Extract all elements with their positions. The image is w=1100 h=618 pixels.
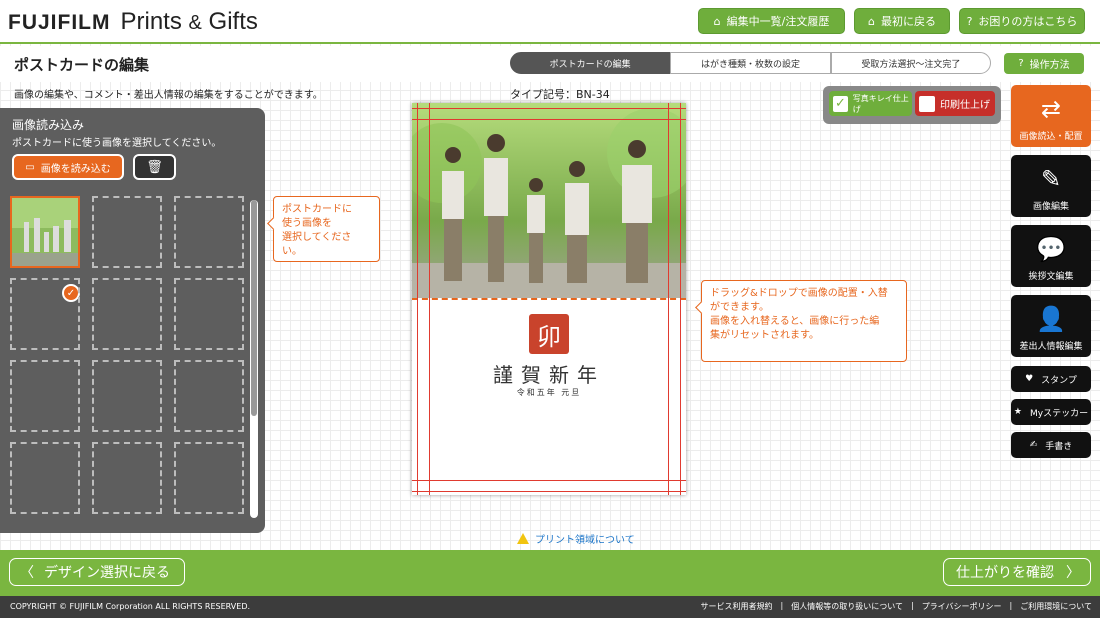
chevron-right-icon: 〉 <box>1066 565 1080 581</box>
print-guide-top <box>412 108 686 109</box>
pen-icon: ✍ <box>1029 440 1038 450</box>
tool-image-load[interactable]: ⇄ 画像読込・配置 <box>1011 85 1091 147</box>
family-photo-thumb <box>12 198 78 266</box>
checkbox-empty-icon <box>919 95 935 112</box>
gifts-name: Gifts <box>208 8 258 35</box>
tool-handwriting[interactable]: ✍ 手書き <box>1011 432 1091 458</box>
header: FUJIFILM Prints & Gifts ⌂ 編集中一覧/注文履歴 ⌂ 最初に戻… <box>0 0 1100 44</box>
print-guide-left <box>417 103 418 495</box>
confirm-finish-button[interactable]: 仕上がりを確認〉 <box>943 558 1091 586</box>
print-guide-right <box>680 103 681 495</box>
print-guide-bottom <box>412 491 686 492</box>
print-finish-button[interactable]: 印刷仕上げ <box>915 91 995 116</box>
step-3: 受取方法選択〜注文完了 <box>830 52 991 74</box>
home-icon: ⌂ <box>713 14 721 28</box>
photo-finish-button[interactable]: ✓ 写真キレイ仕上げ <box>829 91 912 116</box>
howto-button[interactable]: ? 操作方法 <box>1004 53 1084 74</box>
thumbnail-empty[interactable] <box>10 278 80 350</box>
sticker-icon: ★ <box>1013 407 1022 417</box>
photo-area[interactable] <box>412 103 686 300</box>
thumbnail-grid: ✓ <box>10 196 246 522</box>
thumbnail-selected[interactable] <box>10 196 80 268</box>
tooltip-drag-drop: ドラッグ&ドロップで画像の配置・入替 ができます。 画像を入れ替えると、画像に行… <box>701 280 907 362</box>
chevron-left-icon: 〈 <box>20 565 34 581</box>
amp: & <box>188 12 202 34</box>
speech-bubble-icon: 💬 <box>1036 235 1066 263</box>
image-edit-icon: ✎ <box>1040 165 1062 193</box>
print-guide-left-inner <box>429 103 430 495</box>
step-indicator: ポストカードの編集 はがき種類・枚数の設定 受取方法選択〜注文完了 <box>510 52 991 74</box>
thumbnail-empty[interactable] <box>10 360 80 432</box>
tooltip-select-image: ポストカードに 使う画像を 選択してください。 <box>273 196 380 262</box>
logo[interactable]: FUJIFILM Prints & Gifts <box>8 8 258 36</box>
rabbit-stamp[interactable]: 卯 <box>529 314 569 354</box>
check-icon: ✓ <box>833 95 848 112</box>
link-environment[interactable]: ご利用環境について <box>1020 601 1092 612</box>
delete-image-button[interactable]: 🗑 <box>133 154 176 180</box>
help-button[interactable]: ? お困りの方はこちら <box>959 8 1085 34</box>
image-load-icon: ⇄ <box>1040 95 1062 123</box>
question-icon: ? <box>1018 58 1024 69</box>
person-icon: 👤 <box>1036 305 1066 333</box>
step-1: ポストカードの編集 <box>510 52 671 74</box>
link-personal-info[interactable]: 個人情報等の取り扱いについて <box>791 601 903 612</box>
restart-button[interactable]: ⌂ 最初に戻る <box>854 8 950 34</box>
tool-image-edit[interactable]: ✎ 画像編集 <box>1011 155 1091 217</box>
image-load-panel: 画像読み込み ポストカードに使う画像を選択してください。 ▭ 画像を読み込む 🗑 … <box>0 108 265 533</box>
print-area-link[interactable]: プリント領域について <box>517 531 635 546</box>
thumbnail-empty[interactable] <box>92 196 162 268</box>
trash-icon: 🗑 <box>146 159 163 175</box>
thumbnail-empty[interactable] <box>174 360 244 432</box>
postcard-canvas[interactable]: 卯 謹賀新年 令和五年 元旦 <box>412 103 686 495</box>
question-icon: ? <box>966 14 973 28</box>
link-privacy[interactable]: プライバシーポリシー <box>922 601 1002 612</box>
scrollbar-thumb[interactable] <box>251 200 257 416</box>
thumbnail-empty[interactable] <box>92 278 162 350</box>
print-guide-right-inner <box>668 103 669 495</box>
product-name: Prints <box>120 8 182 35</box>
family-photo <box>412 103 686 298</box>
copyright-text: COPYRIGHT © FUJIFILM Corporation ALL RIG… <box>10 602 251 611</box>
thumbnail-empty[interactable] <box>174 278 244 350</box>
greeting-text[interactable]: 謹賀新年 <box>412 359 686 388</box>
thumbnail-empty[interactable] <box>92 442 162 514</box>
date-text[interactable]: 令和五年 元旦 <box>412 387 686 398</box>
page-title: ポストカードの編集 <box>14 56 150 74</box>
step-2: はがき種類・枚数の設定 <box>670 52 831 74</box>
print-guide-bottom-inner <box>412 480 686 481</box>
print-guide-top-inner <box>412 119 686 120</box>
warning-icon <box>517 533 529 544</box>
type-number: タイプ記号：BN-34 <box>510 88 610 101</box>
tool-stamp[interactable]: ♥ スタンプ <box>1011 366 1091 392</box>
panel-description: ポストカードに使う画像を選択してください。 <box>12 138 222 149</box>
tool-greeting-edit[interactable]: 💬 挨拶文編集 <box>1011 225 1091 287</box>
back-to-design-button[interactable]: 〈デザイン選択に戻る <box>9 558 185 586</box>
panel-title: 画像読み込み <box>12 118 85 132</box>
tool-my-sticker[interactable]: ★ Myステッカー <box>1011 399 1091 425</box>
thumbnail-empty[interactable] <box>174 442 244 514</box>
heart-stamp-icon: ♥ <box>1025 374 1034 384</box>
thumbnail-empty[interactable] <box>174 196 244 268</box>
load-image-button[interactable]: ▭ 画像を読み込む <box>12 154 124 180</box>
thumbnail-empty[interactable] <box>10 442 80 514</box>
thumbnail-empty[interactable] <box>92 360 162 432</box>
finish-selector: ✓ 写真キレイ仕上げ 印刷仕上げ <box>823 86 1001 124</box>
monitor-icon: ▭ <box>25 161 35 173</box>
edit-list-button[interactable]: ⌂ 編集中一覧/注文履歴 <box>698 8 845 34</box>
page-description: 画像の編集や、コメント・差出人情報の編集をすることができます。 <box>14 90 323 101</box>
home-icon: ⌂ <box>868 14 875 28</box>
copyright-bar: COPYRIGHT © FUJIFILM Corporation ALL RIG… <box>0 596 1100 618</box>
tool-sender-edit[interactable]: 👤 差出人情報編集 <box>1011 295 1091 357</box>
brand-name: FUJIFILM <box>8 11 111 34</box>
link-terms[interactable]: サービス利用者規約 <box>701 601 773 612</box>
